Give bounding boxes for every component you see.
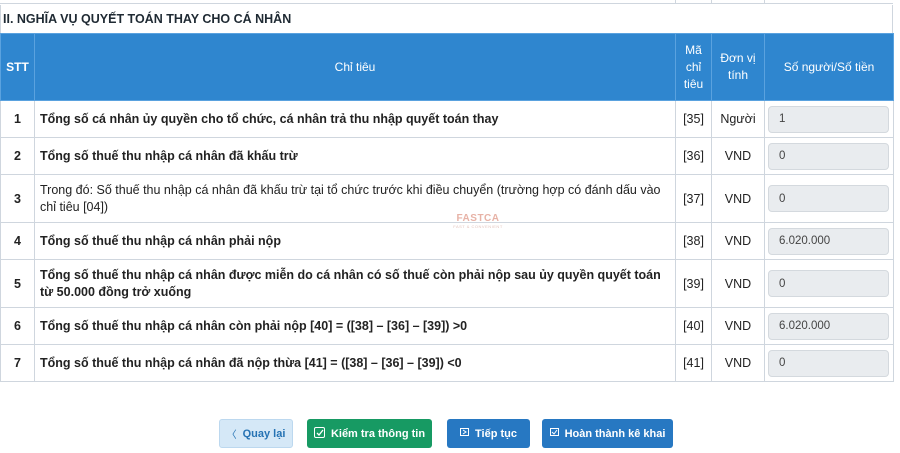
table-row: 5 Tổng số thuế thu nhập cá nhân được miễ… <box>0 259 894 308</box>
next-button[interactable]: Tiếp tục <box>447 419 530 448</box>
row-code: [39] <box>675 259 712 308</box>
tax-settlement-page: II. NGHĨA VỤ QUYẾT TOÁN THAY CHO CÁ NHÂN… <box>0 0 900 453</box>
table-header: STT Chỉ tiêu Mã chỉ tiêu Đơn vị tính Số … <box>0 33 894 101</box>
value-input-39[interactable] <box>768 270 889 297</box>
table-row: 3 Trong đó: Số thuế thu nhập cá nhân đã … <box>0 174 894 223</box>
table-row: 7 Tổng số thuế thu nhập cá nhân đã nộp t… <box>0 344 894 382</box>
table-row: 4 Tổng số thuế thu nhập cá nhân phải nộp… <box>0 222 894 260</box>
row-unit: Người <box>711 100 765 138</box>
section-title: II. NGHĨA VỤ QUYẾT TOÁN THAY CHO CÁ NHÂN <box>0 5 893 33</box>
row-label: Tổng số cá nhân ủy quyền cho tổ chức, cá… <box>34 100 676 138</box>
table-row: 6 Tổng số thuế thu nhập cá nhân còn phải… <box>0 307 894 345</box>
value-input-37[interactable] <box>768 185 889 212</box>
header-ma-chi-tieu: Mã chỉ tiêu <box>675 33 712 101</box>
row-stt: 6 <box>0 307 35 345</box>
value-input-38[interactable] <box>768 227 889 255</box>
header-so-nguoi-so-tien: Số người/Số tiền <box>764 33 894 101</box>
row-stt: 4 <box>0 222 35 260</box>
row-code: [37] <box>675 174 712 223</box>
value-input-40[interactable] <box>768 312 889 340</box>
row-code: [41] <box>675 344 712 382</box>
header-don-vi-tinh: Đơn vị tính <box>711 33 765 101</box>
chevron-left-icon: 〈 <box>226 430 237 441</box>
finish-declaration-button[interactable]: Hoàn thành kê khai <box>542 419 673 448</box>
row-code: [40] <box>675 307 712 345</box>
action-bar: 〈 Quay lại Kiểm tra thông tin Tiếp tục H… <box>0 419 893 449</box>
value-input-35[interactable] <box>768 105 889 133</box>
row-label: Tổng số thuế thu nhập cá nhân phải nộp <box>34 222 676 260</box>
table-row: 2 Tổng số thuế thu nhập cá nhân đã khấu … <box>0 137 894 175</box>
row-stt: 3 <box>0 174 35 223</box>
row-code: [38] <box>675 222 712 260</box>
row-code: [35] <box>675 100 712 138</box>
top-table-edge <box>0 0 893 4</box>
row-label: Tổng số thuế thu nhập cá nhân còn phải n… <box>34 307 676 345</box>
header-chi-tieu: Chỉ tiêu <box>34 33 676 101</box>
finish-declaration-button-label: Hoàn thành kê khai <box>564 427 666 440</box>
row-stt: 5 <box>0 259 35 308</box>
row-unit: VND <box>711 307 765 345</box>
header-stt: STT <box>0 33 35 101</box>
row-code: [36] <box>675 137 712 175</box>
row-label: Trong đó: Số thuế thu nhập cá nhân đã kh… <box>34 174 676 223</box>
edit-check-icon <box>313 426 325 441</box>
table-row: 1 Tổng số cá nhân ủy quyền cho tổ chức, … <box>0 100 894 138</box>
value-input-41[interactable] <box>768 349 889 377</box>
row-unit: VND <box>711 344 765 382</box>
finish-icon <box>549 428 559 439</box>
row-label: Tổng số thuế thu nhập cá nhân được miễn … <box>34 259 676 308</box>
row-unit: VND <box>711 259 765 308</box>
check-info-button[interactable]: Kiểm tra thông tin <box>307 419 432 448</box>
row-stt: 7 <box>0 344 35 382</box>
row-unit: VND <box>711 137 765 175</box>
check-info-button-label: Kiểm tra thông tin <box>330 427 426 440</box>
value-input-36[interactable] <box>768 142 889 170</box>
row-label: Tổng số thuế thu nhập cá nhân đã khấu tr… <box>34 137 676 175</box>
row-stt: 2 <box>0 137 35 175</box>
back-button-label: Quay lại <box>242 427 286 440</box>
next-icon <box>460 428 469 439</box>
row-stt: 1 <box>0 100 35 138</box>
back-button[interactable]: 〈 Quay lại <box>219 419 293 448</box>
row-unit: VND <box>711 174 765 223</box>
next-button-label: Tiếp tục <box>475 427 517 440</box>
row-label: Tổng số thuế thu nhập cá nhân đã nộp thừ… <box>34 344 676 382</box>
row-unit: VND <box>711 222 765 260</box>
tax-obligation-table: STT Chỉ tiêu Mã chỉ tiêu Đơn vị tính Số … <box>0 33 894 382</box>
